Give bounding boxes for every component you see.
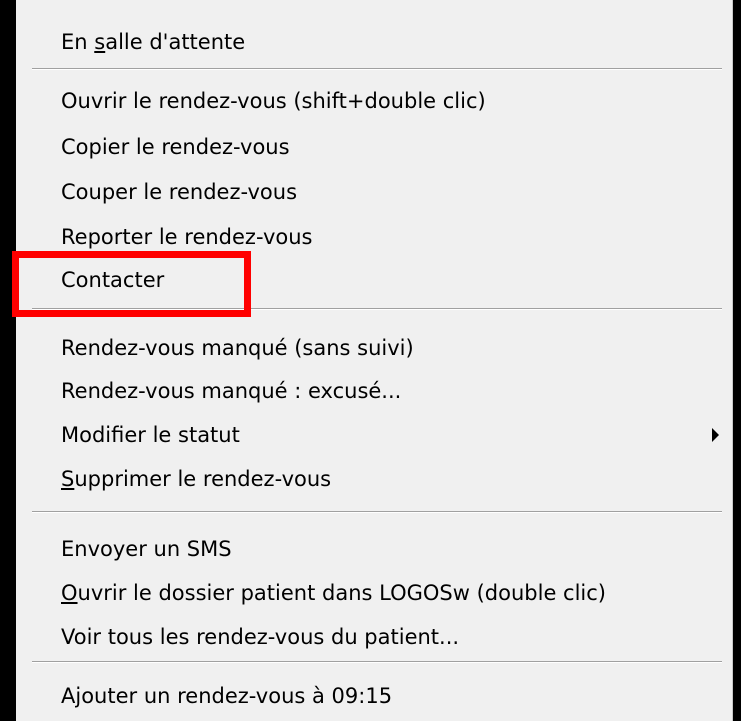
menu-separator [32,68,722,70]
menu-item-en-salle-attente[interactable]: En salle d'attente [16,19,733,65]
menu-item-rdv-manque-excuse[interactable]: Rendez-vous manqué : excusé... [16,368,733,414]
context-menu: En salle d'attente Ouvrir le rendez-vous… [16,0,733,721]
menu-separator [32,511,722,513]
menu-item-ouvrir-rdv[interactable]: Ouvrir le rendez-vous (shift+double clic… [16,78,733,124]
highlight-box [12,251,251,317]
menu-item-couper-rdv[interactable]: Couper le rendez-vous [16,169,733,215]
menu-item-supprimer-rdv[interactable]: Supprimer le rendez-vous [16,456,733,502]
menu-item-ajouter-rdv[interactable]: Ajouter un rendez-vous à 09:15 [16,673,733,719]
menu-item-rdv-manque-sans-suivi[interactable]: Rendez-vous manqué (sans suivi) [16,325,733,371]
menu-item-modifier-statut[interactable]: Modifier le statut [16,412,733,458]
menu-item-voir-tous-rdv[interactable]: Voir tous les rendez-vous du patient... [16,614,733,660]
menu-item-envoyer-sms[interactable]: Envoyer un SMS [16,526,733,572]
menu-separator [32,661,722,663]
triangle-right-icon [712,428,719,442]
menu-item-ouvrir-dossier[interactable]: Ouvrir le dossier patient dans LOGOSw (d… [16,570,733,616]
menu-item-copier-rdv[interactable]: Copier le rendez-vous [16,124,733,170]
